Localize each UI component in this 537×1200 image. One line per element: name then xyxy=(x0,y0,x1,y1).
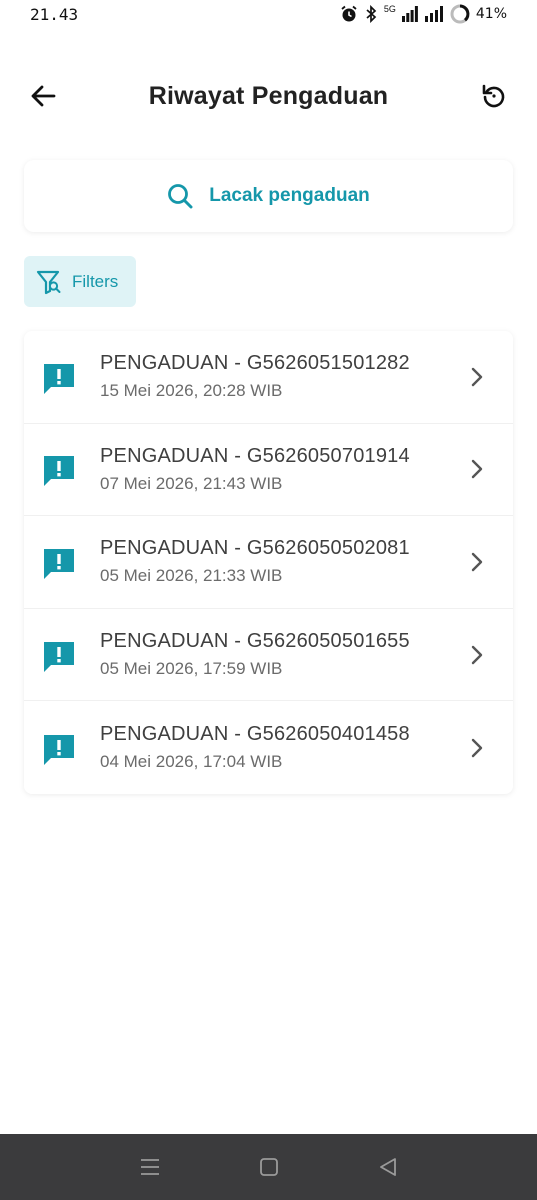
complaint-title: PENGADUAN - G5626050501655 xyxy=(100,630,410,653)
signal-icon-2 xyxy=(424,6,443,22)
chevron-right-icon xyxy=(471,367,483,386)
battery-ring-icon xyxy=(450,4,470,24)
list-item-text: PENGADUAN - G5626050502081 05 Mei 2026, … xyxy=(100,537,467,586)
chevron-right-icon xyxy=(471,460,483,479)
search-icon xyxy=(168,184,193,209)
filters-label: Filters xyxy=(72,271,119,291)
complaint-date: 04 Mei 2026, 17:04 WIB xyxy=(100,752,283,772)
list-item-text: PENGADUAN - G5626050501655 05 Mei 2026, … xyxy=(100,630,467,679)
report-alert-icon xyxy=(44,734,74,765)
complaint-title: PENGADUAN - G5626051501282 xyxy=(100,352,410,375)
refresh-button[interactable] xyxy=(477,79,511,113)
list-item[interactable]: PENGADUAN - G5626051501282 15 Mei 2026, … xyxy=(24,331,513,424)
home-button[interactable] xyxy=(249,1147,289,1187)
back-triangle-icon xyxy=(379,1158,396,1176)
complaint-list: PENGADUAN - G5626051501282 15 Mei 2026, … xyxy=(24,331,513,794)
list-item[interactable]: PENGADUAN - G5626050501655 05 Mei 2026, … xyxy=(24,609,513,702)
chevron-right-icon xyxy=(471,645,483,664)
chevron-right-icon xyxy=(471,552,483,572)
filter-icon xyxy=(36,270,61,294)
complaint-date: 05 Mei 2026, 17:59 WIB xyxy=(100,659,283,679)
track-complaint-button[interactable]: Lacak pengaduan xyxy=(24,160,513,232)
track-complaint-label: Lacak pengaduan xyxy=(209,185,370,206)
network-label: 5G xyxy=(383,4,396,14)
arrow-left-icon xyxy=(31,85,56,107)
status-icons: 5G 41% xyxy=(340,4,507,24)
home-square-icon xyxy=(259,1158,278,1176)
system-nav-bar xyxy=(0,1134,537,1200)
bluetooth-icon xyxy=(366,5,377,23)
alarm-icon xyxy=(341,5,357,22)
back-button[interactable] xyxy=(26,79,60,113)
report-alert-icon xyxy=(44,548,74,579)
complaint-title: PENGADUAN - G5626050401458 xyxy=(100,723,410,746)
battery-text: 41% xyxy=(475,6,507,22)
list-item-text: PENGADUAN - G5626050401458 04 Mei 2026, … xyxy=(100,723,467,772)
complaint-date: 07 Mei 2026, 21:43 WIB xyxy=(100,473,283,493)
status-time: 21.43 xyxy=(30,4,79,24)
list-item-text: PENGADUAN - G5626050701914 07 Mei 2026, … xyxy=(100,445,467,494)
menu-icon xyxy=(140,1159,159,1175)
list-item[interactable]: PENGADUAN - G5626050502081 05 Mei 2026, … xyxy=(24,516,513,609)
chevron-right-icon xyxy=(471,738,483,757)
signal-icon xyxy=(401,6,418,22)
refresh-icon xyxy=(482,84,505,108)
report-alert-icon xyxy=(44,456,74,487)
complaint-date: 15 Mei 2026, 20:28 WIB xyxy=(100,381,283,401)
filters-button[interactable]: Filters xyxy=(24,256,136,307)
recent-apps-button[interactable] xyxy=(130,1147,170,1187)
list-item[interactable]: PENGADUAN - G5626050701914 07 Mei 2026, … xyxy=(24,424,513,517)
complaint-title: PENGADUAN - G5626050502081 xyxy=(100,537,410,560)
page-title: Riwayat Pengaduan xyxy=(148,81,389,110)
report-alert-icon xyxy=(44,641,74,672)
complaint-date: 05 Mei 2026, 21:33 WIB xyxy=(100,566,283,586)
status-bar: 21.43 5G 41% xyxy=(0,0,537,56)
complaint-title: PENGADUAN - G5626050701914 xyxy=(100,444,410,467)
list-item-text: PENGADUAN - G5626051501282 15 Mei 2026, … xyxy=(100,352,467,401)
back-nav-button[interactable] xyxy=(368,1147,408,1187)
report-alert-icon xyxy=(44,363,74,394)
list-item[interactable]: PENGADUAN - G5626050401458 04 Mei 2026, … xyxy=(24,701,513,794)
app-header: Riwayat Pengaduan xyxy=(0,66,537,126)
